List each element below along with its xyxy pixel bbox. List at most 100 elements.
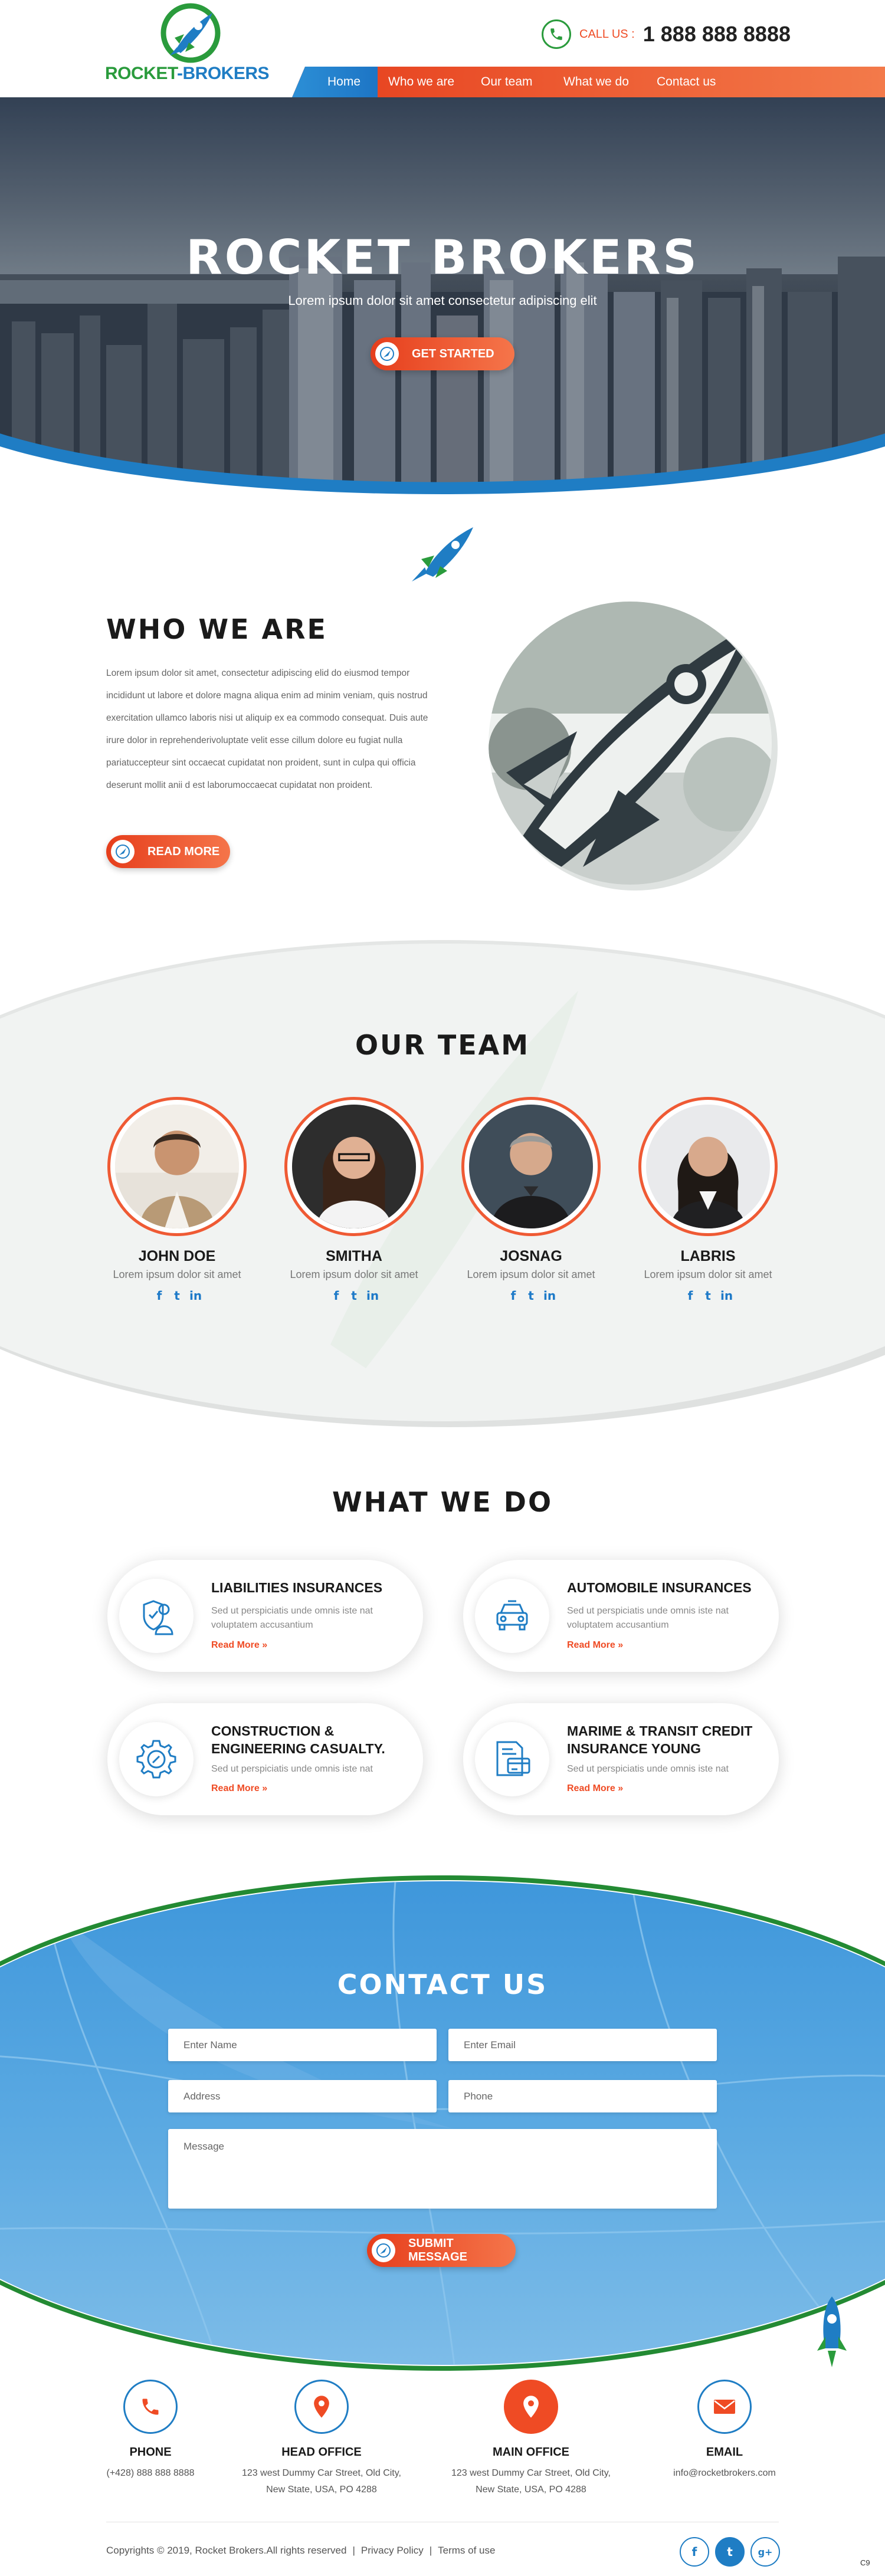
email-input[interactable] [448, 2029, 717, 2061]
call-label: CALL US : [579, 27, 635, 41]
read-more-link[interactable]: Read More » [567, 1640, 623, 1651]
facebook-icon[interactable]: f [685, 1289, 696, 1302]
corner-label: C9 [860, 2558, 870, 2567]
member-socials: f t in [100, 1289, 254, 1302]
facebook-icon[interactable]: f [154, 1289, 165, 1302]
service-text: Sed ut perspiciatis unde omnis iste nat … [211, 1606, 373, 1630]
message-textarea[interactable] [168, 2129, 717, 2209]
avatar [284, 1097, 424, 1236]
document-card-icon [475, 1722, 549, 1796]
phone-input[interactable] [448, 2080, 717, 2112]
service-card[interactable]: CONSTRUCTION & ENGINEERING CASUALTY. Sed… [107, 1703, 423, 1815]
submit-message-button[interactable]: SUBMIT MESSAGE [367, 2234, 516, 2267]
nav-our-team[interactable]: Our team [481, 67, 533, 97]
nav-home[interactable]: Home [327, 67, 360, 97]
info-title: PHONE [129, 2446, 172, 2459]
team-member-card: JOHN DOE Lorem ipsum dolor sit amet f t in [100, 1097, 254, 1302]
member-role: Lorem ipsum dolor sit amet [290, 1269, 418, 1280]
read-more-link[interactable]: Read More » [211, 1783, 267, 1794]
services-title: WHAT WE DO [332, 1486, 553, 1518]
privacy-policy-link[interactable]: Privacy Policy [361, 2545, 424, 2557]
member-name: LABRIS [680, 1248, 736, 1264]
get-started-label: GET STARTED [412, 347, 494, 360]
rocket-icon [372, 2239, 395, 2262]
nav-what-we-do[interactable]: What we do [563, 67, 629, 97]
member-role: Lorem ipsum dolor sit amet [467, 1269, 595, 1280]
team-member-card: SMITHA Lorem ipsum dolor sit amet f t in [277, 1097, 431, 1302]
terms-of-use-link[interactable]: Terms of use [438, 2545, 495, 2557]
name-input[interactable] [168, 2029, 437, 2061]
service-card[interactable]: LIABILITIES INSURANCES Sed ut perspiciat… [107, 1560, 423, 1672]
service-card[interactable]: AUTOMOBILE INSURANCES Sed ut perspiciati… [463, 1560, 779, 1672]
service-text: Sed ut perspiciatis unde omnis iste nat … [567, 1606, 729, 1630]
linkedin-icon[interactable]: in [543, 1289, 556, 1302]
member-socials: f t in [277, 1289, 431, 1302]
google-plus-icon[interactable]: g+ [750, 2537, 780, 2567]
service-card[interactable]: MARIME & TRANSIT CREDIT INSURANCE YOUNG … [463, 1703, 779, 1815]
twitter-icon[interactable]: t [172, 1289, 182, 1302]
phone-icon [123, 2380, 178, 2434]
call-number[interactable]: 1 888 888 8888 [643, 22, 791, 47]
car-icon [475, 1579, 549, 1653]
info-line: (+428) 888 888 8888 [106, 2468, 195, 2478]
page: ROCKET-BROKERS CALL US : 1 888 888 8888 … [0, 0, 885, 2576]
header: ROCKET-BROKERS CALL US : 1 888 888 8888 … [0, 0, 885, 97]
call-us[interactable]: CALL US : 1 888 888 8888 [542, 17, 791, 52]
service-title: LIABILITIES INSURANCES [211, 1580, 383, 1595]
service-title: AUTOMOBILE INSURANCES [567, 1580, 752, 1595]
twitter-icon[interactable]: t [526, 1289, 536, 1302]
linkedin-icon[interactable]: in [189, 1289, 202, 1302]
info-line-2: New State, USA, PO 4288 [476, 2485, 586, 2495]
member-name: SMITHA [326, 1248, 382, 1264]
map-background [0, 1881, 885, 2365]
linkedin-icon[interactable]: in [720, 1289, 733, 1302]
portrait-josnag [469, 1105, 593, 1228]
contact-title: CONTACT US [337, 1969, 548, 2000]
twitter-icon[interactable]: t [703, 1289, 713, 1302]
rocket-logo-icon [160, 3, 221, 63]
member-name: JOSNAG [500, 1248, 562, 1264]
nav-contact-us[interactable]: Contact us [657, 67, 716, 97]
facebook-icon[interactable]: f [508, 1289, 519, 1302]
member-role: Lorem ipsum dolor sit amet [644, 1269, 772, 1280]
info-line-1: 123 west Dummy Car Street, Old City, [242, 2468, 401, 2478]
hero-banner: ROCKET BROKERS Lorem ipsum dolor sit ame… [0, 97, 885, 546]
copyright-text: Copyrights © 2019, Rocket Brokers.All ri… [106, 2545, 347, 2556]
location-pin-icon [294, 2380, 349, 2434]
info-main-office: MAIN OFFICE 123 west Dummy Car Street, O… [434, 2380, 628, 2498]
address-input[interactable] [168, 2080, 437, 2112]
twitter-icon[interactable]: t [349, 1289, 359, 1302]
who-text: Lorem ipsum dolor sit amet, consectetur … [106, 668, 428, 790]
info-phone: PHONE (+428) 888 888 8888 [53, 2380, 248, 2482]
linkedin-icon[interactable]: in [366, 1289, 379, 1302]
read-more-link[interactable]: Read More » [211, 1640, 267, 1651]
phone-icon [542, 19, 571, 49]
read-more-link[interactable]: Read More » [567, 1783, 623, 1794]
info-title: EMAIL [706, 2446, 743, 2459]
hero-title: ROCKET BROKERS [186, 230, 699, 285]
facebook-icon[interactable]: f [680, 2537, 709, 2567]
logo-text-part1: ROCKET [105, 64, 178, 83]
facebook-icon[interactable]: f [331, 1289, 342, 1302]
member-name: JOHN DOE [138, 1248, 216, 1264]
info-line-1: 123 west Dummy Car Street, Old City, [451, 2468, 611, 2478]
scroll-top-rocket-icon[interactable] [811, 2294, 853, 2371]
nav-who-we-are[interactable]: Who we are [388, 67, 454, 97]
hero-subtitle: Lorem ipsum dolor sit amet consectetur a… [288, 293, 597, 308]
info-line[interactable]: info@rocketbrokers.com [627, 2465, 822, 2482]
rocket-photo-collage [489, 602, 778, 891]
read-more-button[interactable]: READ MORE [106, 835, 230, 868]
portrait-smitha [292, 1105, 416, 1228]
footer-copyright: Copyrights © 2019, Rocket Brokers.All ri… [106, 2545, 495, 2557]
member-socials: f t in [454, 1289, 608, 1302]
logo-text: ROCKET-BROKERS [105, 64, 276, 84]
twitter-icon[interactable]: t [715, 2537, 745, 2567]
envelope-icon [697, 2380, 752, 2434]
read-more-label: READ MORE [148, 845, 220, 858]
team-member-card: JOSNAG Lorem ipsum dolor sit amet f t in [454, 1097, 608, 1302]
logo[interactable]: ROCKET-BROKERS [105, 0, 276, 88]
info-title: MAIN OFFICE [493, 2446, 569, 2459]
member-socials: f t in [631, 1289, 785, 1302]
member-role: Lorem ipsum dolor sit amet [113, 1269, 241, 1280]
get-started-button[interactable]: GET STARTED [371, 337, 514, 370]
